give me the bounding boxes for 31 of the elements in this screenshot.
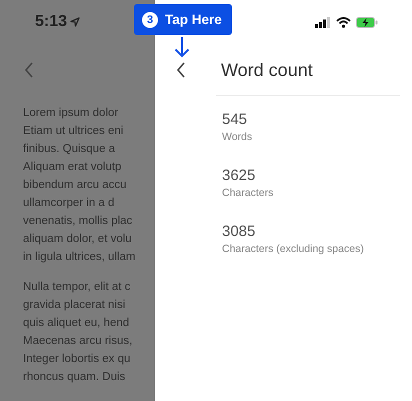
document-text-line: venenatis, mollis plac bbox=[23, 214, 134, 229]
document-text-line: in ligula ultrices, ullam bbox=[23, 250, 136, 265]
document-text-line: ullamcorper in a d bbox=[23, 196, 116, 211]
down-arrow-icon bbox=[174, 36, 190, 58]
document-text-line: Aliquam erat volutp bbox=[23, 160, 122, 175]
document-text-line: Integer lobortis ex qu bbox=[23, 352, 132, 367]
stat-label: Characters bbox=[222, 187, 274, 199]
document-text-line: bibendum arcu accu bbox=[23, 178, 128, 193]
back-chevron-icon[interactable] bbox=[176, 62, 186, 78]
stat-label: Characters (excluding spaces) bbox=[222, 243, 365, 255]
signal-icon bbox=[315, 16, 331, 28]
status-time: 5:13 bbox=[35, 13, 68, 31]
document-text-line: Nulla tempor, elit at c bbox=[23, 280, 132, 295]
document-text-line: gravida placerat nisi bbox=[23, 298, 126, 313]
panel-title: Word count bbox=[221, 60, 313, 80]
document-text-line: Lorem ipsum dolor bbox=[23, 106, 120, 121]
document-text-line: Etiam ut ultrices eni bbox=[23, 124, 124, 139]
document-text-line: quis aliquet eu, hend bbox=[23, 316, 130, 331]
document-text-line: rhoncus quam. Duis bbox=[23, 370, 126, 385]
document-text-line: aliquam dolor, et volu bbox=[23, 232, 133, 247]
document-text-line: Maecenas arcu risus, bbox=[23, 334, 134, 349]
stat-value: 3085 bbox=[222, 223, 256, 240]
stat-value: 3625 bbox=[222, 167, 256, 184]
callout-label: Tap Here bbox=[165, 12, 222, 27]
document-text-line: finibus. Quisque a bbox=[23, 142, 116, 157]
step-number: 3 bbox=[142, 12, 158, 28]
stat-value: 545 bbox=[222, 111, 248, 128]
location-arrow-icon bbox=[70, 17, 80, 27]
wifi-icon bbox=[336, 16, 351, 28]
battery-charging-icon bbox=[356, 16, 378, 28]
stat-label: Words bbox=[222, 131, 254, 143]
